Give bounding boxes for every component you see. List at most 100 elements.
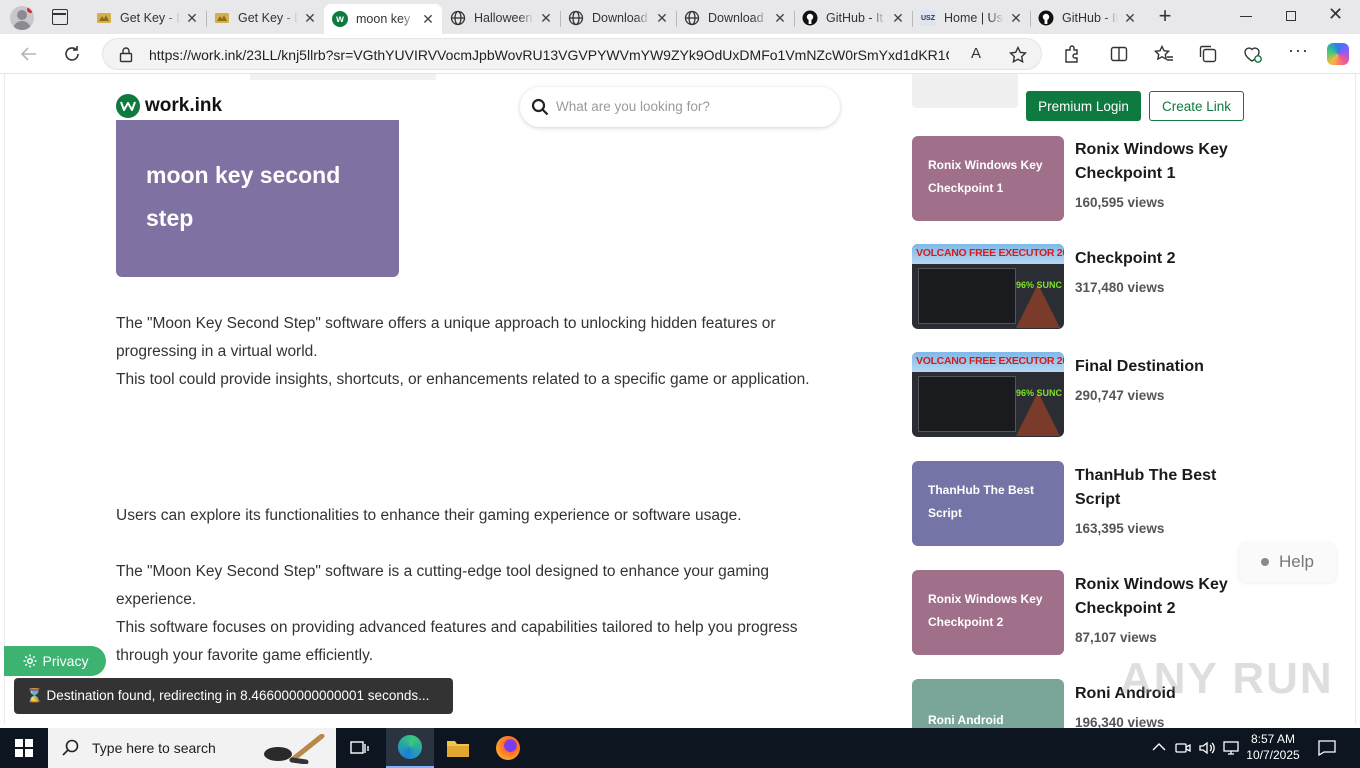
card-thumbnail[interactable]: Ronix Windows Key Checkpoint 2	[912, 570, 1064, 655]
usz-icon: USZ	[920, 10, 936, 26]
windows-logo-icon	[15, 739, 33, 757]
tab-title: Halloween	[474, 11, 533, 25]
card-title[interactable]: Ronix Windows Key Checkpoint 1	[1075, 138, 1245, 186]
card-title[interactable]: Checkpoint 2	[1075, 247, 1245, 271]
browser-tab-strip: Get Key - L ✕ Get Key - L ✕ w moon key ✕…	[0, 0, 1360, 34]
close-tab-icon[interactable]: ✕	[1008, 10, 1024, 27]
site-search-box[interactable]: What are you looking for?	[520, 87, 840, 127]
start-button[interactable]	[0, 728, 48, 768]
toast-text: ⌛ Destination found, redirecting in 8.46…	[26, 688, 430, 703]
gold-key-icon	[214, 10, 230, 26]
volume-icon[interactable]	[1198, 740, 1216, 756]
browser-tab-active[interactable]: w moon key ✕	[324, 4, 442, 34]
github-icon	[802, 10, 818, 26]
search-placeholder: What are you looking for?	[556, 99, 710, 114]
privacy-button[interactable]: Privacy	[4, 646, 106, 676]
refresh-button[interactable]	[57, 40, 87, 68]
card-title[interactable]: ThanHub The Best Script	[1075, 464, 1245, 512]
gold-key-icon	[96, 10, 112, 26]
site-logo[interactable]: work.ink	[116, 94, 222, 118]
back-button[interactable]	[14, 40, 44, 68]
copilot-icon[interactable]	[1327, 43, 1349, 65]
close-tab-icon[interactable]: ✕	[420, 11, 436, 28]
new-tab-button[interactable]: +	[1154, 5, 1176, 28]
close-tab-icon[interactable]: ✕	[538, 10, 554, 27]
thumbnail-text: ThanHub The Best Script	[928, 483, 1035, 520]
privacy-label: Privacy	[42, 653, 89, 669]
folder-icon	[447, 741, 469, 757]
notifications-icon[interactable]	[1318, 740, 1336, 756]
refresh-icon	[65, 46, 79, 61]
read-aloud-icon[interactable]: A	[971, 45, 981, 62]
task-view-button[interactable]	[336, 728, 384, 768]
site-info-lock-icon[interactable]	[119, 47, 133, 63]
close-tab-icon[interactable]: ✕	[772, 10, 788, 27]
extensions-icon[interactable]	[1062, 45, 1080, 63]
tab-title: Get Key - L	[120, 11, 180, 25]
restore-window-button[interactable]	[1286, 11, 1296, 21]
help-label: Help	[1279, 552, 1314, 571]
browser-tab[interactable]: GitHub - It ✕	[1030, 4, 1144, 32]
close-tab-icon[interactable]: ✕	[184, 10, 200, 27]
description-paragraph: Users can explore its functionalities to…	[116, 507, 742, 524]
taskbar-file-explorer-button[interactable]	[434, 728, 482, 768]
close-tab-icon[interactable]: ✕	[302, 10, 318, 27]
address-bar[interactable]: https://work.ink/23LL/knj5llrb?sr=VGthYU…	[102, 38, 1042, 70]
help-button[interactable]: Help	[1239, 542, 1336, 582]
description-paragraph: This tool could provide insights, shortc…	[116, 371, 810, 388]
browser-tab[interactable]: Get Key - L ✕	[206, 4, 324, 32]
premium-login-button[interactable]: Premium Login	[1026, 91, 1141, 121]
split-screen-icon[interactable]	[1110, 45, 1128, 63]
browser-tab[interactable]: USZ Home | Us ✕	[912, 4, 1030, 32]
web-page: work.ink What are you looking for? Premi…	[0, 74, 1360, 728]
taskbar-clock[interactable]: 8:57 AM 10/7/2025	[1244, 731, 1302, 763]
settings-more-icon[interactable]: ···	[1288, 40, 1309, 61]
tab-actions-icon[interactable]	[52, 9, 68, 25]
show-hidden-icons-chevron-up-icon[interactable]	[1152, 742, 1166, 752]
clock-date: 10/7/2025	[1246, 748, 1300, 762]
close-window-button[interactable]: ✕	[1328, 4, 1343, 25]
create-link-button[interactable]: Create Link	[1149, 91, 1244, 121]
volcano-executor-thumbnail[interactable]: VOLCANO FREE EXECUTOR 2025 96% SUNC	[912, 352, 1064, 437]
card-thumbnail[interactable]: Ronix Windows Key Checkpoint 1	[912, 136, 1064, 221]
browser-tab[interactable]: Halloween ✕	[442, 4, 560, 32]
url-text[interactable]: https://work.ink/23LL/knj5llrb?sr=VGthYU…	[149, 47, 949, 63]
card-title[interactable]: Ronix Windows Key Checkpoint 2	[1075, 573, 1245, 621]
browser-tab[interactable]: Download ✕	[560, 4, 676, 32]
card-thumbnail[interactable]: Roni Android	[912, 679, 1064, 728]
card-views: 163,395 views	[1075, 521, 1165, 536]
taskbar-search-placeholder: Type here to search	[92, 740, 216, 756]
close-tab-icon[interactable]: ✕	[1122, 10, 1138, 27]
meet-now-icon[interactable]	[1175, 740, 1191, 756]
browser-tab[interactable]: GitHub - It ✕	[794, 4, 912, 32]
firefox-icon	[496, 736, 520, 760]
minimize-window-button[interactable]	[1240, 16, 1252, 17]
card-title[interactable]: Final Destination	[1075, 355, 1245, 379]
browser-tab[interactable]: Get Key - L ✕	[88, 4, 206, 32]
taskbar-search-box[interactable]: Type here to search	[48, 728, 336, 768]
network-icon[interactable]	[1222, 740, 1240, 756]
taskbar-firefox-button[interactable]	[484, 728, 532, 768]
browser-toolbar: https://work.ink/23LL/knj5llrb?sr=VGthYU…	[0, 34, 1360, 74]
thumbnail-text: Ronix Windows Key Checkpoint 2	[928, 592, 1043, 629]
clock-time: 8:57 AM	[1250, 732, 1296, 746]
favorites-icon[interactable]	[1154, 45, 1174, 63]
tab-title: Get Key - L	[238, 11, 298, 25]
profile-avatar[interactable]	[10, 6, 34, 30]
card-thumbnail[interactable]: ThanHub The Best Script	[912, 461, 1064, 546]
thumbnail-text: Roni Android	[928, 713, 1004, 727]
taskbar-edge-button[interactable]	[386, 728, 434, 768]
browser-tab[interactable]: Download ✕	[676, 4, 794, 32]
volcano-executor-thumbnail[interactable]: VOLCANO FREE EXECUTOR 2025 96% SUNC	[912, 244, 1064, 329]
collections-icon[interactable]	[1199, 45, 1217, 63]
browser-essentials-icon[interactable]	[1242, 44, 1262, 64]
tab-title: Download	[592, 11, 648, 25]
close-tab-icon[interactable]: ✕	[890, 10, 906, 27]
favorite-star-icon[interactable]	[1009, 46, 1027, 64]
logo-text: work.ink	[145, 95, 223, 116]
header-shadow-strip	[250, 74, 436, 80]
thumbnail-text: Ronix Windows Key Checkpoint 1	[928, 158, 1043, 195]
description-paragraph: The "Moon Key Second Step" software offe…	[116, 315, 776, 360]
close-tab-icon[interactable]: ✕	[654, 10, 670, 27]
card-views: 160,595 views	[1075, 195, 1165, 210]
